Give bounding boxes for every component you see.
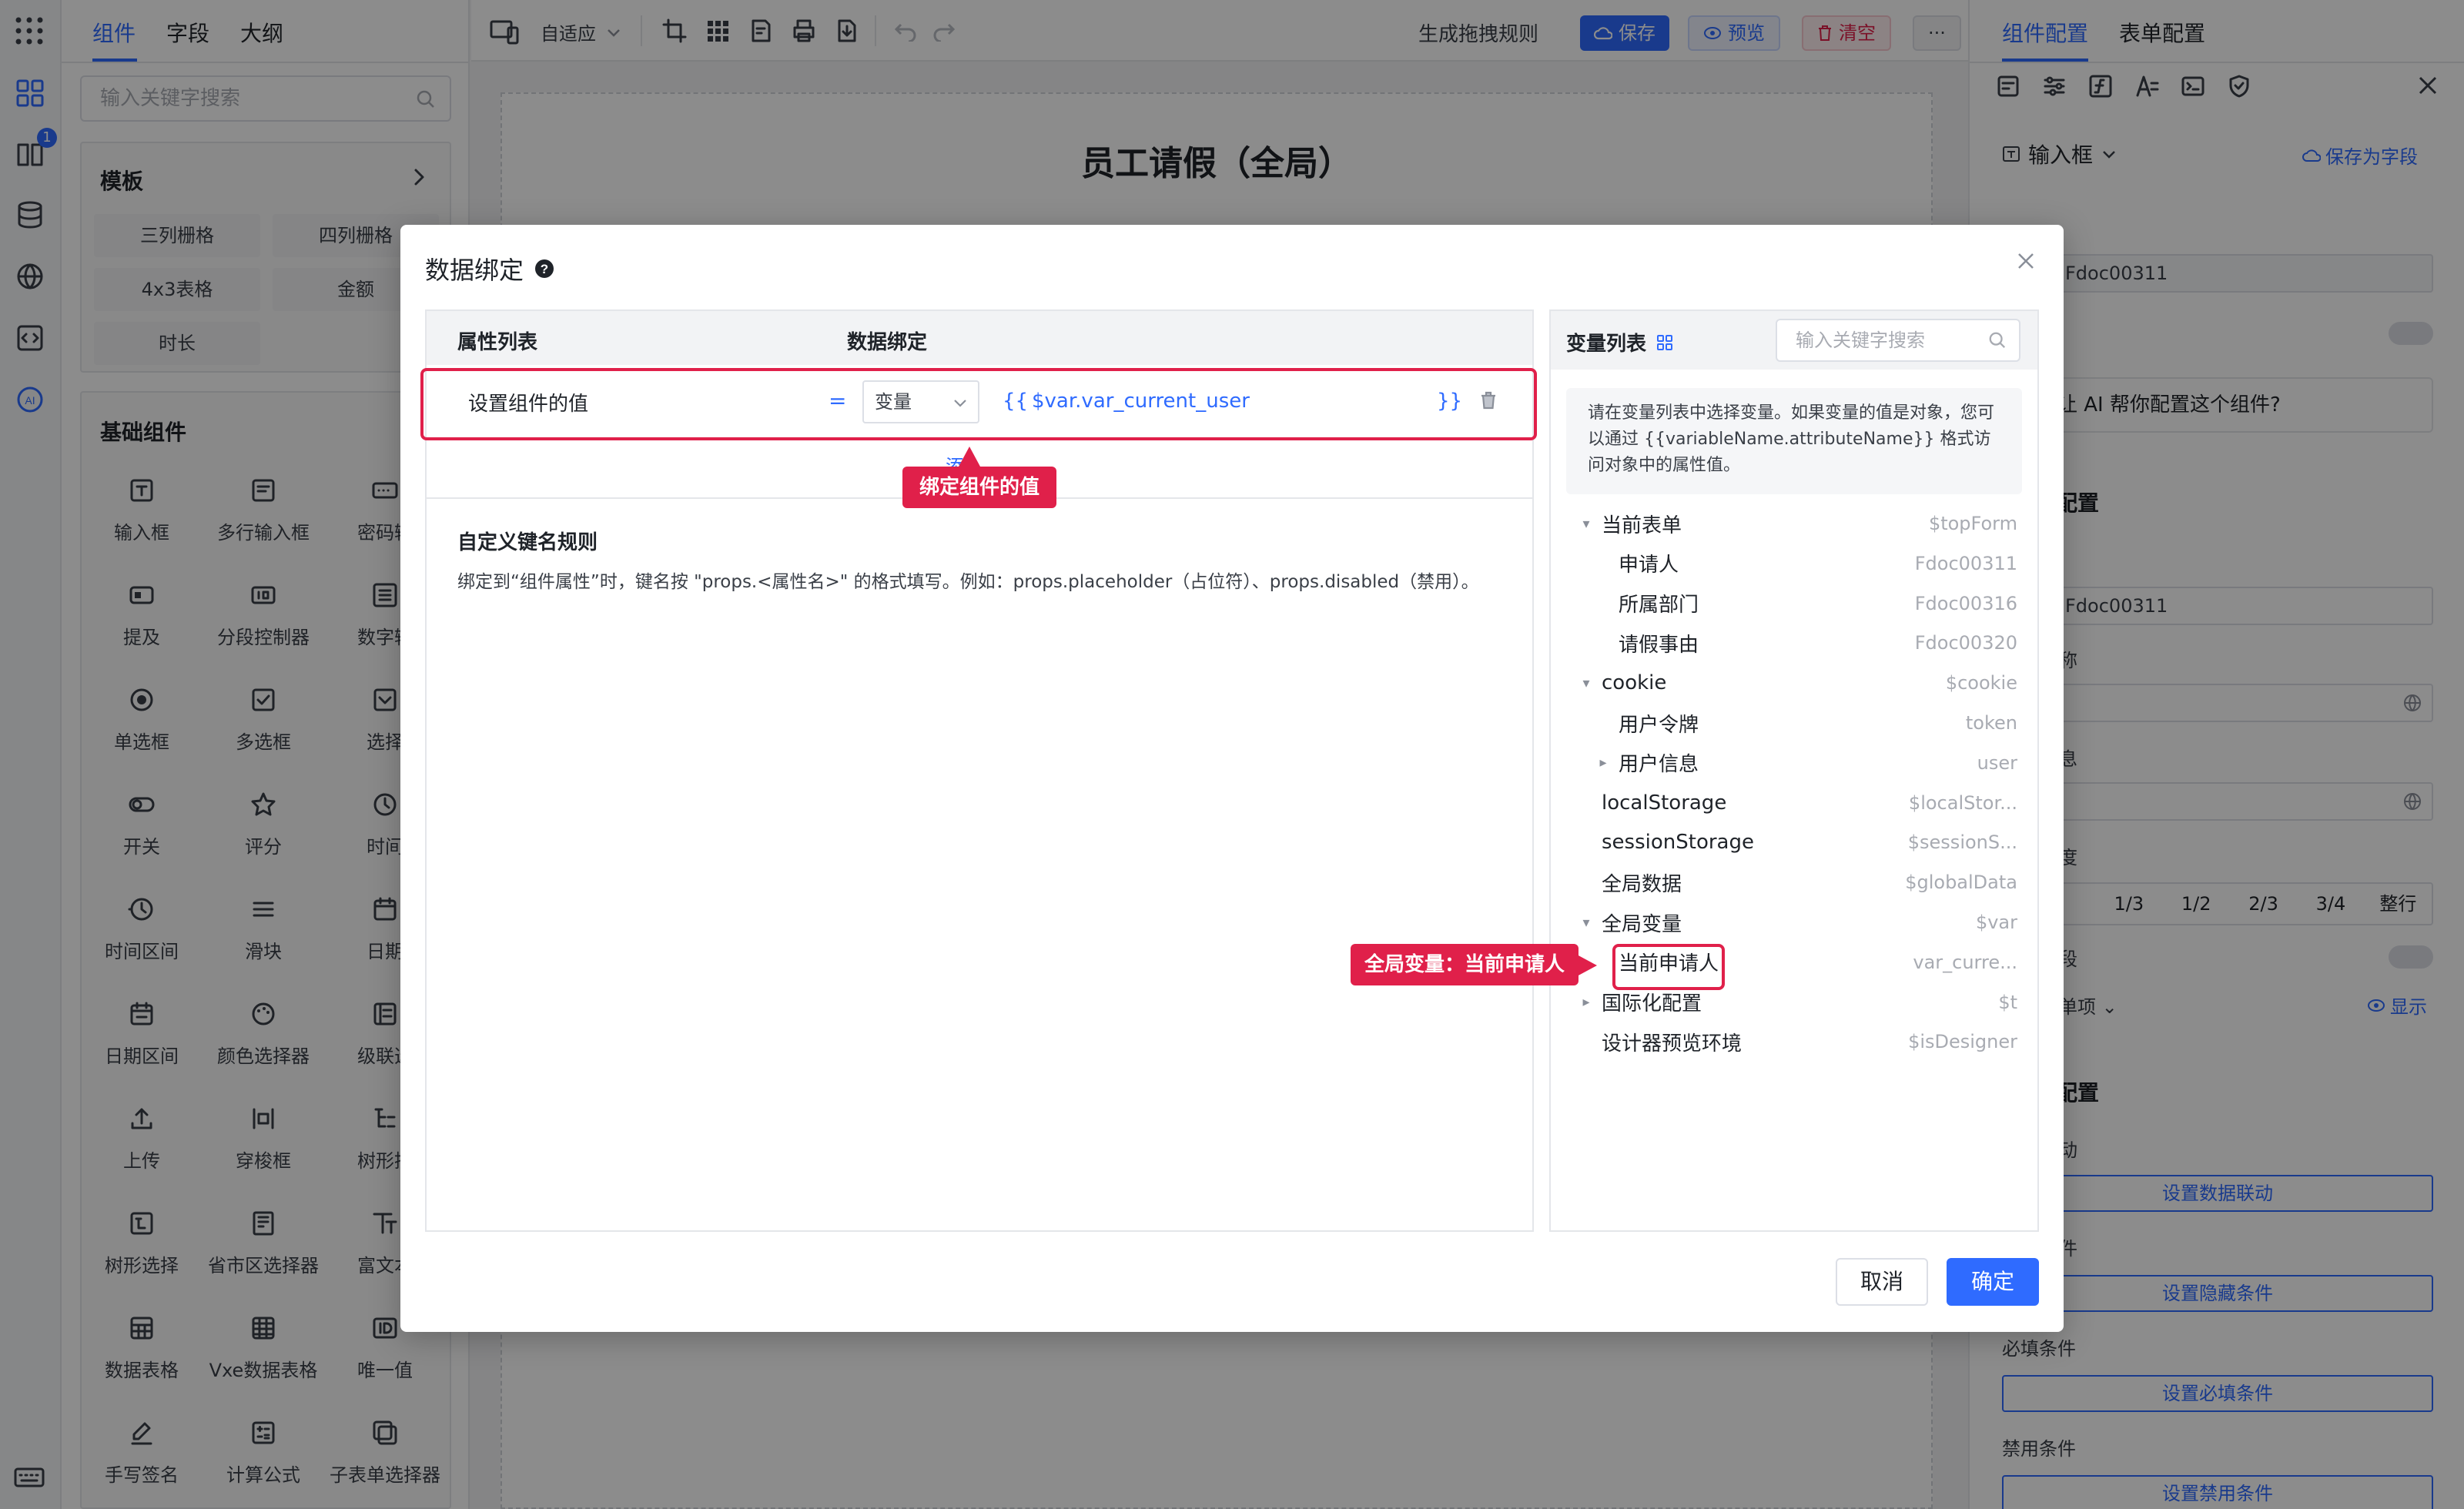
variable-name: localStorage bbox=[1602, 791, 1727, 815]
caret-down-icon[interactable]: ▾ bbox=[1571, 915, 1602, 931]
variable-item[interactable]: 设计器预览环境 $isDesigner bbox=[1571, 1025, 2017, 1059]
binding-table-header bbox=[427, 311, 1532, 365]
variable-name: 请假事由 bbox=[1619, 633, 1699, 657]
callout-arrow bbox=[959, 447, 980, 467]
variable-item[interactable]: localStorage $localStor... bbox=[1571, 786, 2017, 820]
callout-global-var: 全局变量：当前申请人 bbox=[1351, 944, 1578, 985]
col-binding-header: 数据绑定 bbox=[847, 331, 928, 354]
caret-down-icon[interactable]: ▾ bbox=[1571, 675, 1602, 691]
variable-name: 所属部门 bbox=[1619, 594, 1699, 617]
variable-name: 当前表单 bbox=[1602, 514, 1682, 537]
confirm-button[interactable]: 确定 bbox=[1947, 1258, 2039, 1306]
variable-item[interactable]: ▾ cookie $cookie bbox=[1571, 666, 2017, 700]
svg-text:?: ? bbox=[541, 262, 548, 276]
variable-name: 申请人 bbox=[1619, 554, 1679, 577]
variable-path: $globalData bbox=[1905, 872, 2017, 894]
highlight-binding-row bbox=[420, 368, 1537, 440]
variable-item[interactable]: 申请人 Fdoc00311 bbox=[1571, 547, 2017, 581]
variable-path: $sessionS... bbox=[1907, 831, 2017, 854]
cancel-button[interactable]: 取消 bbox=[1836, 1258, 1928, 1306]
variable-name: 全局数据 bbox=[1602, 872, 1682, 896]
variable-name: cookie bbox=[1602, 671, 1667, 695]
highlight-selected-variable bbox=[1612, 944, 1725, 990]
variable-name: 国际化配置 bbox=[1602, 992, 1702, 1016]
variable-item[interactable]: ▾ 全局变量 $var bbox=[1571, 905, 2017, 939]
variable-path: user bbox=[1977, 751, 2017, 774]
variable-list-title: 变量列表 bbox=[1566, 328, 1674, 356]
variable-name: 全局变量 bbox=[1602, 912, 1682, 936]
question-circle-icon[interactable]: ? bbox=[534, 259, 554, 279]
search-icon bbox=[1989, 332, 2006, 349]
variable-item[interactable]: 请假事由 Fdoc00320 bbox=[1571, 626, 2017, 660]
variable-path: var_curre... bbox=[1913, 951, 2017, 973]
callout-bind-value: 绑定组件的值 bbox=[902, 467, 1056, 508]
variable-path: Fdoc00311 bbox=[1914, 552, 2017, 574]
variable-item[interactable]: 全局数据 $globalData bbox=[1571, 865, 2017, 899]
col-props-header: 属性列表 bbox=[457, 331, 538, 354]
rules-title: 自定义键名规则 bbox=[457, 531, 598, 554]
dialog-title: 数据绑定 ? bbox=[425, 251, 554, 286]
variable-name: 用户信息 bbox=[1619, 753, 1699, 777]
variable-path: $cookie bbox=[1945, 672, 2017, 694]
variable-name: 用户令牌 bbox=[1619, 713, 1699, 737]
caret-right-icon[interactable]: ▸ bbox=[1571, 994, 1602, 1010]
variable-item[interactable]: ▸ 国际化配置 $t bbox=[1571, 985, 2017, 1019]
variable-path: $topForm bbox=[1928, 513, 2017, 534]
variable-search-input[interactable]: 输入关键字搜索 bbox=[1776, 319, 2020, 362]
variable-name: sessionStorage bbox=[1602, 831, 1754, 855]
variable-path: Fdoc00320 bbox=[1914, 632, 2017, 654]
variable-path: $var bbox=[1975, 912, 2017, 933]
variable-item[interactable]: 所属部门 Fdoc00316 bbox=[1571, 587, 2017, 621]
variable-path: Fdoc00316 bbox=[1914, 592, 2017, 614]
variable-path: $localStor... bbox=[1908, 791, 2017, 814]
variable-hint: 请在变量列表中选择变量。如果变量的值是对象，您可以通过 {{variableNa… bbox=[1566, 388, 2022, 494]
variable-tree-icon[interactable] bbox=[1656, 333, 1674, 352]
caret-down-icon[interactable]: ▾ bbox=[1571, 516, 1602, 532]
rules-text: 绑定到“组件属性”时，键名按 "props.<属性名>" 的格式填写。例如：pr… bbox=[457, 572, 1479, 592]
variable-name: 设计器预览环境 bbox=[1602, 1032, 1743, 1056]
close-icon[interactable] bbox=[2016, 251, 2036, 271]
variable-path: $t bbox=[1998, 991, 2017, 1013]
variable-item[interactable]: ▸ 用户信息 user bbox=[1571, 746, 2017, 780]
variable-path: $isDesigner bbox=[1908, 1031, 2017, 1053]
variable-item[interactable]: 用户令牌 token bbox=[1571, 706, 2017, 740]
variable-item[interactable]: ▾ 当前表单 $topForm bbox=[1571, 507, 2017, 540]
variable-item[interactable]: sessionStorage $sessionS... bbox=[1571, 825, 2017, 859]
caret-right-icon[interactable]: ▸ bbox=[1588, 754, 1619, 771]
variable-path: token bbox=[1965, 712, 2017, 734]
callout-arrow bbox=[1577, 955, 1597, 976]
